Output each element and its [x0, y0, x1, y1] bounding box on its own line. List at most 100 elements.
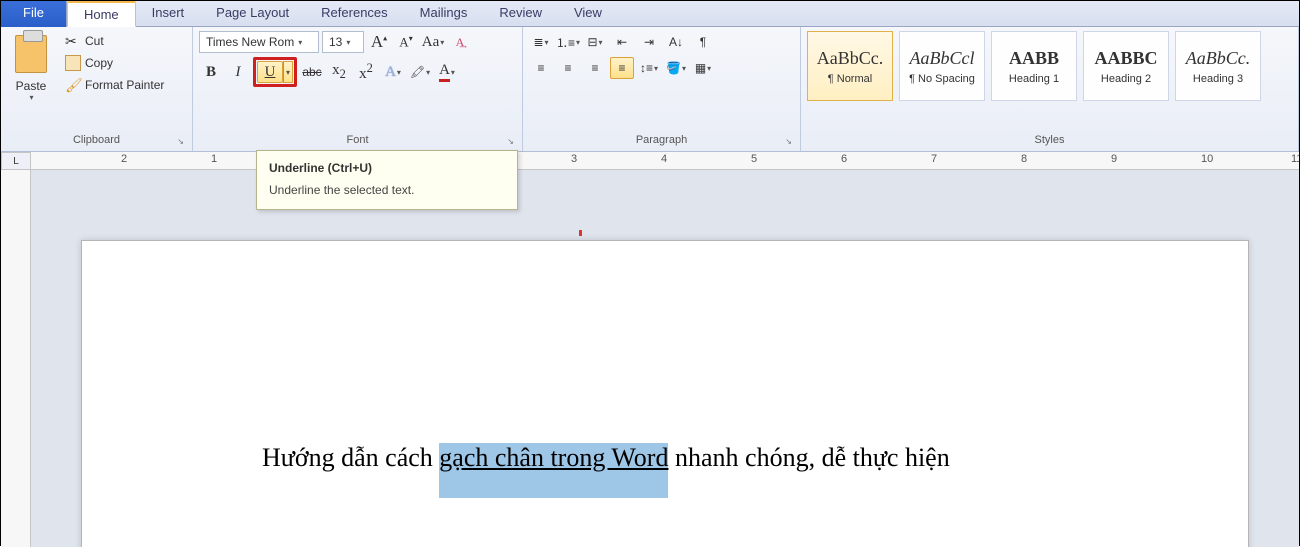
file-tab[interactable]: File [1, 1, 67, 27]
show-marks-button[interactable]: ¶ [691, 31, 715, 53]
group-label-clipboard: Clipboard [7, 133, 186, 151]
scissors-icon: ✂ [65, 33, 81, 49]
ruler-tick: 6 [841, 153, 847, 165]
ruler-tick: 8 [1021, 153, 1027, 165]
sort-button[interactable]: A↓ [664, 31, 688, 53]
tab-insert[interactable]: Insert [136, 1, 201, 27]
paste-button[interactable]: Paste ▾ [7, 31, 55, 133]
strike-label: abc [302, 65, 321, 79]
ribbon-tab-strip: File Home Insert Page Layout References … [1, 1, 1299, 27]
tab-mailings[interactable]: Mailings [404, 1, 484, 27]
strikethrough-button[interactable]: abc [300, 61, 324, 83]
ruler-tick: 2 [121, 153, 127, 165]
align-center-icon: ≡ [564, 61, 571, 75]
ruler-tick: 1 [211, 153, 217, 165]
align-left-button[interactable]: ≡ [529, 57, 553, 79]
style-name: ¶ No Spacing [909, 73, 975, 85]
text-after: nhanh chóng, dễ thực hiện [668, 443, 949, 472]
subscript-icon: x2 [332, 62, 346, 82]
tab-view[interactable]: View [558, 1, 618, 27]
group-label-paragraph: Paragraph [529, 133, 794, 151]
style--normal[interactable]: AaBbCc.¶ Normal [807, 31, 893, 101]
bullets-button[interactable]: ≣▾ [529, 31, 553, 53]
horizontal-ruler[interactable]: 2112345678910111213 [31, 152, 1299, 170]
justify-icon: ≡ [618, 61, 625, 75]
group-styles: AaBbCc.¶ NormalAaBbCcl¶ No SpacingAABBHe… [801, 27, 1299, 151]
document-area: L 2112345678910111213 Hướng dẫn cách gạc… [1, 152, 1299, 547]
multilevel-list-button[interactable]: ⊟▾ [583, 31, 607, 53]
group-clipboard: Paste ▾ ✂ Cut Copy 🖌 Format Painter Clip… [1, 27, 193, 151]
style--no-spacing[interactable]: AaBbCcl ¶ No Spacing [899, 31, 985, 101]
indent-icon: ⇥ [644, 35, 654, 49]
font-color-icon: A [439, 62, 450, 82]
highlighter-icon: 🖍 [410, 65, 425, 79]
subscript-button[interactable]: x2 [327, 61, 351, 83]
vertical-ruler[interactable] [1, 170, 31, 547]
line-spacing-icon: ↕≡ [640, 61, 653, 75]
style-sample: AaBbCcl [910, 48, 975, 69]
text-before: Hướng dẫn cách [262, 443, 439, 472]
underline-split-button[interactable]: ▾ [283, 61, 293, 83]
grow-font-button[interactable]: A▴ [367, 31, 391, 53]
bold-button[interactable]: B [199, 61, 223, 83]
style-name: Heading 1 [1009, 73, 1059, 85]
ruler-tick: 7 [931, 153, 937, 165]
clear-formatting-button[interactable]: A͢ [448, 31, 472, 53]
document-text[interactable]: Hướng dẫn cách gạch chân trong Word nhan… [262, 443, 950, 498]
decrease-indent-button[interactable]: ⇤ [610, 31, 634, 53]
font-family-combo[interactable]: Times New Rom▾ [199, 31, 319, 53]
justify-button[interactable]: ≡ [610, 57, 634, 79]
page[interactable]: Hướng dẫn cách gạch chân trong Word nhan… [81, 240, 1249, 547]
multilevel-icon: ⊟ [587, 35, 597, 49]
increase-indent-button[interactable]: ⇥ [637, 31, 661, 53]
style-heading-3[interactable]: AaBbCc.Heading 3 [1175, 31, 1261, 101]
shrink-font-button[interactable]: A▾ [394, 31, 418, 53]
align-center-button[interactable]: ≡ [556, 57, 580, 79]
document-scroll[interactable]: Hướng dẫn cách gạch chân trong Word nhan… [31, 170, 1299, 547]
change-case-icon: Aa [422, 34, 440, 51]
style-name: ¶ Normal [828, 73, 872, 85]
copy-label: Copy [85, 56, 113, 70]
numbering-button[interactable]: ⒈≡▾ [556, 31, 580, 53]
ruler-tick: 3 [571, 153, 577, 165]
pilcrow-icon: ¶ [700, 35, 706, 49]
align-right-button[interactable]: ≡ [583, 57, 607, 79]
tab-home[interactable]: Home [67, 1, 136, 27]
numbering-icon: ⒈≡ [556, 34, 575, 51]
style-heading-1[interactable]: AABB Heading 1 [991, 31, 1077, 101]
ruler-tick: 11 [1291, 153, 1299, 165]
bucket-icon: 🪣 [666, 61, 681, 75]
line-spacing-button[interactable]: ↕≡▾ [637, 57, 661, 79]
font-color-button[interactable]: A▾ [435, 61, 459, 83]
shading-button[interactable]: 🪣▾ [664, 57, 688, 79]
tab-references[interactable]: References [305, 1, 403, 27]
cut-label: Cut [85, 34, 104, 48]
format-painter-button[interactable]: 🖌 Format Painter [61, 75, 168, 95]
ruler-tick: 10 [1201, 153, 1213, 165]
change-case-button[interactable]: Aa▾ [421, 31, 445, 53]
tab-review[interactable]: Review [483, 1, 558, 27]
highlight-button[interactable]: 🖍▾ [408, 61, 432, 83]
tab-page-layout[interactable]: Page Layout [200, 1, 305, 27]
ribbon: Paste ▾ ✂ Cut Copy 🖌 Format Painter Clip… [1, 27, 1299, 152]
borders-button[interactable]: ▦▾ [691, 57, 715, 79]
style-sample: AaBbCc. [1186, 48, 1251, 69]
copy-button[interactable]: Copy [61, 53, 168, 73]
font-size-value: 13 [329, 35, 342, 49]
format-painter-label: Format Painter [85, 78, 164, 92]
style-sample: AABB [1009, 48, 1059, 69]
underline-button[interactable]: U [257, 61, 283, 83]
shrink-font-icon: A▾ [399, 34, 412, 50]
tooltip-underline: Underline (Ctrl+U) Underline the selecte… [256, 150, 518, 210]
style-heading-2[interactable]: AABBCHeading 2 [1083, 31, 1169, 101]
superscript-button[interactable]: x2 [354, 61, 378, 83]
ruler-corner[interactable]: L [1, 152, 31, 170]
borders-icon: ▦ [695, 61, 706, 75]
font-size-combo[interactable]: 13▾ [322, 31, 364, 53]
sort-icon: A↓ [669, 35, 683, 49]
text-effects-button[interactable]: A▾ [381, 61, 405, 83]
cut-button[interactable]: ✂ Cut [61, 31, 168, 51]
chevron-down-icon: ▾ [29, 93, 33, 102]
superscript-icon: x2 [359, 61, 373, 83]
italic-button[interactable]: I [226, 61, 250, 83]
